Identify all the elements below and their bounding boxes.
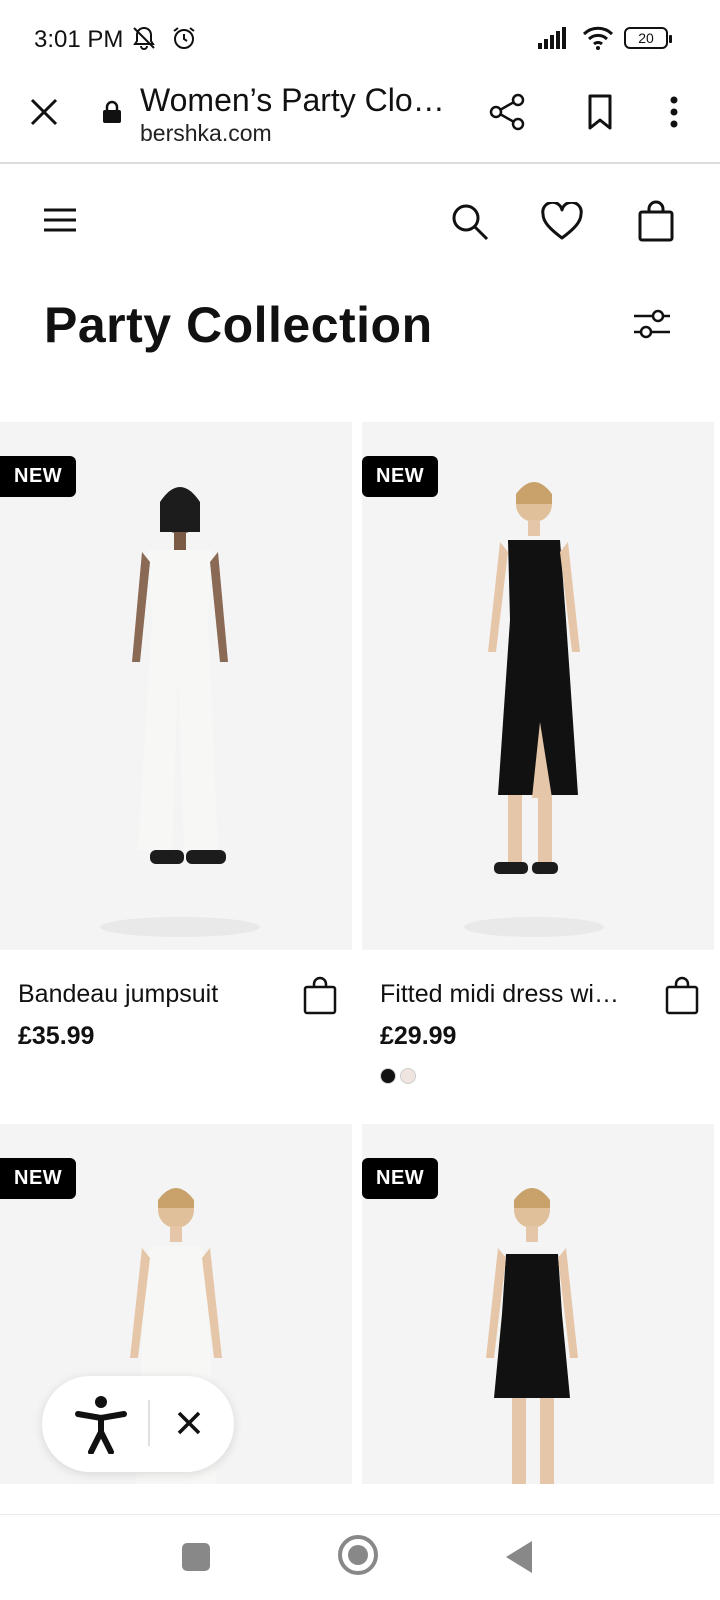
alarm-icon xyxy=(170,24,198,52)
new-badge: NEW xyxy=(0,1158,77,1199)
bag-icon[interactable] xyxy=(636,200,676,244)
status-bar: 3:01 PM 20 xyxy=(0,0,720,80)
wifi-icon xyxy=(582,26,614,50)
status-time: 3:01 PM xyxy=(34,26,124,53)
product-card[interactable]: NEW xyxy=(362,1124,714,1484)
battery-level: 20 xyxy=(638,30,654,46)
bookmark-icon[interactable] xyxy=(582,92,618,132)
home-circle-icon[interactable] xyxy=(338,1535,378,1575)
status-right-icons: 20 xyxy=(538,26,672,50)
accessibility-person-icon[interactable] xyxy=(74,1394,128,1454)
page-domain[interactable]: bershka.com xyxy=(140,120,272,147)
new-badge: NEW xyxy=(362,456,439,497)
add-to-bag-icon[interactable] xyxy=(302,976,338,1016)
heart-icon[interactable] xyxy=(540,202,584,242)
android-nav-bar xyxy=(0,1514,720,1600)
collection-title: Party Collection xyxy=(44,297,433,353)
color-swatch-light[interactable] xyxy=(400,1068,416,1084)
recents-square-icon[interactable] xyxy=(182,1543,210,1571)
product-card[interactable]: NEW Fitted midi dress wi… £29.99 xyxy=(362,422,714,1102)
product-image[interactable]: NEW xyxy=(362,1124,714,1484)
sliders-icon[interactable] xyxy=(630,304,674,344)
share-icon[interactable] xyxy=(488,92,528,132)
product-image[interactable]: NEW xyxy=(362,422,714,950)
lock-icon xyxy=(102,100,122,124)
color-swatch-black[interactable] xyxy=(380,1068,396,1084)
search-icon[interactable] xyxy=(450,202,490,242)
accessibility-widget xyxy=(42,1376,234,1472)
product-image[interactable]: NEW xyxy=(0,422,352,950)
more-vert-icon[interactable] xyxy=(664,92,684,132)
new-badge: NEW xyxy=(362,1158,439,1199)
status-left-icons xyxy=(130,24,198,52)
add-to-bag-icon[interactable] xyxy=(664,976,700,1016)
product-name[interactable]: Fitted midi dress wi… xyxy=(380,980,619,1009)
close-icon[interactable] xyxy=(26,94,62,130)
product-card[interactable]: NEW Bandeau jumpsuit £35.99 xyxy=(0,422,352,1102)
product-price: £35.99 xyxy=(18,1022,95,1050)
product-price: £29.99 xyxy=(380,1022,457,1050)
new-badge: NEW xyxy=(0,456,77,497)
close-icon[interactable] xyxy=(172,1406,206,1440)
signal-icon xyxy=(538,27,572,49)
color-swatches xyxy=(380,1068,416,1084)
browser-toolbar: Women’s Party Clo… bershka.com xyxy=(0,80,720,164)
product-name[interactable]: Bandeau jumpsuit xyxy=(18,980,218,1009)
back-triangle-icon[interactable] xyxy=(506,1541,532,1573)
page-title[interactable]: Women’s Party Clo… xyxy=(140,82,445,119)
mute-icon xyxy=(130,24,158,52)
divider xyxy=(148,1400,150,1446)
battery-icon: 20 xyxy=(624,27,672,49)
menu-icon[interactable] xyxy=(40,200,80,240)
